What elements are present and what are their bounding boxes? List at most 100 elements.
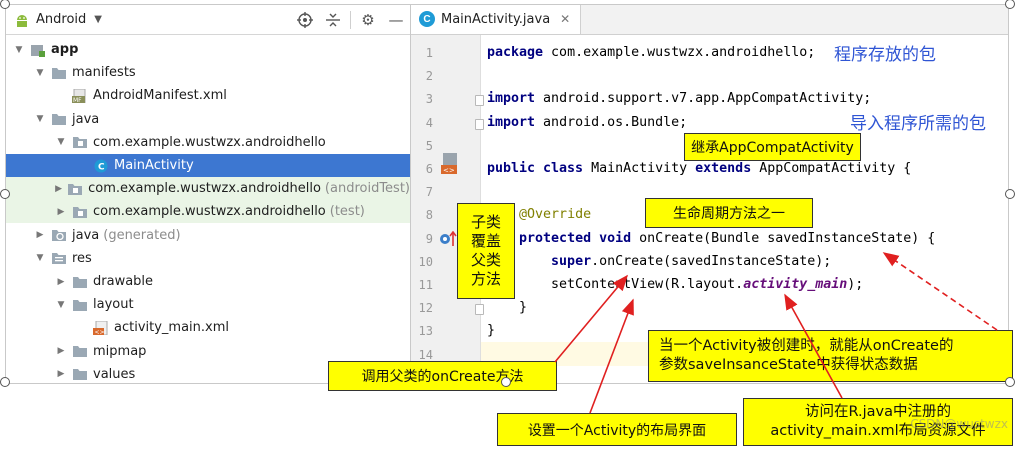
collapsed-arrow-icon[interactable]: ▶ (54, 277, 68, 287)
override-note: 子类 覆盖 父类 方法 (457, 203, 515, 299)
minimize-icon[interactable]: — (382, 8, 410, 32)
tree-item[interactable]: ▼ com.example.wustwzx.androidhello (6, 131, 410, 154)
resize-handle[interactable] (501, 377, 511, 387)
class-icon: C (93, 159, 109, 173)
tab-mainactivity[interactable]: C MainActivity.java ✕ (411, 5, 582, 34)
tree-item[interactable]: <> activity_main.xml (6, 316, 410, 339)
tree-item-label: com.example.wustwzx.androidhello (93, 134, 326, 150)
code-line: setContentView(R.layout.activity_main); (487, 275, 863, 295)
expanded-arrow-icon[interactable]: ▼ (54, 137, 68, 147)
code-token: super (551, 253, 592, 269)
code-token: ); (847, 277, 864, 292)
tree-item[interactable]: ▶ drawable (6, 270, 410, 293)
extends-note: 继承AppCompatActivity (684, 133, 861, 161)
layout-file-icon: <> (93, 320, 109, 336)
code-token: setContentView(R.layout. (487, 277, 744, 292)
expanded-arrow-icon[interactable]: ▼ (33, 253, 47, 263)
line-number: 5 (425, 138, 433, 153)
collapsed-arrow-icon[interactable]: ▶ (54, 369, 68, 379)
tree-item[interactable]: ▶ java (generated) (6, 224, 410, 247)
code-token: activity_main (743, 277, 848, 292)
tree-item-label: manifests (72, 65, 136, 81)
fold-icon[interactable] (475, 304, 484, 316)
view-mode-selector[interactable]: Android ▼ (36, 12, 102, 27)
line-number: 11 (418, 278, 433, 292)
locate-file-icon[interactable] (291, 8, 319, 32)
resize-handle[interactable] (1005, 0, 1015, 9)
tree-item[interactable]: ▼ layout (6, 293, 410, 316)
code-token: .onCreate(savedInstanceState); (591, 253, 832, 269)
line-number: 14 (418, 347, 433, 362)
view-mode-label: Android (36, 12, 87, 27)
watermark: CSDN@wustwzx (910, 417, 1008, 431)
line-number: 7 (425, 185, 433, 200)
collapsed-arrow-icon[interactable]: ▶ (33, 230, 47, 240)
tree-item-suffix: (androidTest) (324, 181, 410, 197)
tree-item[interactable]: ▼ manifests (6, 61, 410, 84)
class-layout-marker-icon[interactable]: <> (441, 153, 461, 175)
code-line: } (487, 321, 495, 341)
tree-item[interactable]: ▶ com.example.wustwzx.androidhello (test) (6, 200, 410, 224)
collapsed-arrow-icon[interactable]: ▶ (54, 184, 63, 194)
code-token: android.os.Bundle; (535, 114, 688, 130)
code-token: com.example.wustwzx.androidhello; (543, 45, 816, 60)
fold-icon[interactable] (475, 118, 484, 130)
expanded-arrow-icon[interactable]: ▼ (54, 300, 68, 310)
tree-item[interactable]: C MainActivity (6, 154, 410, 177)
project-panel: Android ▼ ⚙ — ▼ app ▼ manifests MF AndroidMan… (5, 4, 411, 384)
tree-item-label: drawable (93, 274, 154, 289)
tree-item[interactable]: MF AndroidManifest.xml (6, 84, 410, 107)
line-number: 6 (425, 162, 433, 176)
code-token: package (487, 45, 544, 60)
res-folder-icon (51, 251, 67, 265)
line-number: 10 (418, 254, 433, 269)
android-icon (17, 14, 27, 27)
expanded-arrow-icon[interactable]: ▼ (33, 68, 47, 78)
resize-handle[interactable] (0, 377, 10, 387)
collapse-all-icon[interactable] (319, 8, 347, 32)
layout-note: 设置一个Activity的布局界面 (497, 413, 737, 446)
override-note-line: 覆盖 (470, 232, 501, 250)
generated-folder-icon (51, 228, 67, 242)
tree-item-label: AndroidManifest.xml (93, 88, 227, 104)
oncreate-note-line: 当一个Activity被创建时，就能从onCreate的 (659, 338, 954, 354)
tree-item-label: values (93, 366, 136, 382)
tree-item[interactable]: ▼ res (6, 247, 410, 270)
code-line: import android.os.Bundle; (487, 113, 687, 133)
tree-item[interactable]: ▶ mipmap (6, 340, 410, 363)
code-token: } (487, 300, 528, 316)
code-token: MainActivity (583, 161, 696, 176)
resize-handle[interactable] (1005, 189, 1015, 199)
line-number: 3 (425, 92, 433, 107)
code-token: AppCompatActivity { (751, 161, 912, 176)
expanded-arrow-icon[interactable]: ▼ (33, 114, 47, 124)
fold-icon[interactable] (475, 95, 484, 107)
svg-text:C: C (98, 162, 105, 172)
collapsed-arrow-icon[interactable]: ▶ (54, 346, 68, 356)
line-number: 12 (418, 301, 433, 316)
package-icon (67, 182, 83, 196)
class-icon: C (419, 11, 435, 27)
tree-item-label: mipmap (93, 343, 147, 359)
resize-handle[interactable] (0, 189, 10, 199)
line-number: 8 (425, 208, 433, 223)
folder-icon (72, 367, 88, 381)
manifest-file-icon: MF (72, 88, 88, 104)
tree-item[interactable]: ▼ java (6, 108, 410, 131)
override-marker-icon[interactable] (439, 230, 459, 247)
tab-label: MainActivity.java (441, 11, 551, 27)
code-token: extends (695, 161, 752, 176)
tree-item[interactable]: ▼ app (6, 38, 410, 61)
override-note-line: 父类 (470, 251, 501, 269)
resize-handle[interactable] (1005, 377, 1015, 387)
close-icon[interactable]: ✕ (560, 12, 570, 26)
gear-icon[interactable]: ⚙ (354, 8, 382, 32)
super-note: 调用父类的onCreate方法 (328, 361, 557, 391)
folder-icon (72, 298, 88, 312)
code-line: super.onCreate(savedInstanceState); (487, 252, 831, 272)
collapsed-arrow-icon[interactable]: ▶ (54, 207, 68, 217)
package-icon (72, 205, 88, 219)
tree-item-label: MainActivity (114, 158, 194, 173)
expanded-arrow-icon[interactable]: ▼ (12, 45, 26, 55)
tree-item[interactable]: ▶ com.example.wustwzx.androidhello (androi… (6, 177, 410, 201)
